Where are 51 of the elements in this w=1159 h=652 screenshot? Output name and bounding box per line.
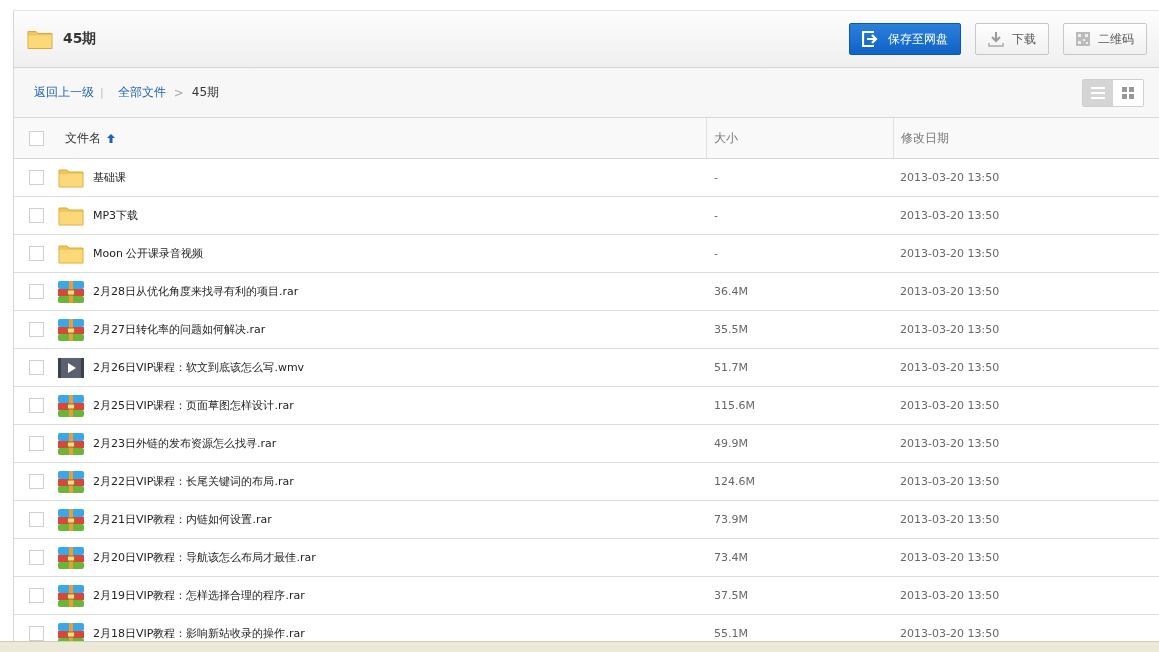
download-button[interactable]: 下载 <box>975 23 1049 55</box>
modified-date: 2013-03-20 13:50 <box>900 513 1000 526</box>
file-name[interactable]: 2月27日转化率的问题如何解决.rar <box>93 322 266 337</box>
modified-date: 2013-03-20 13:50 <box>900 247 1000 260</box>
file-size: 55.1M <box>714 627 748 640</box>
file-name[interactable]: MP3下载 <box>93 208 139 223</box>
modified-date: 2013-03-20 13:50 <box>900 589 1000 602</box>
file-name[interactable]: 2月20日VIP教程：导航该怎么布局才最佳.rar <box>93 550 316 565</box>
file-size: - <box>714 209 718 222</box>
file-size: 35.5M <box>714 323 748 336</box>
file-name[interactable]: 基础课 <box>93 170 126 185</box>
file-name[interactable]: 2月23日外链的发布资源怎么找寻.rar <box>93 436 277 451</box>
modified-date: 2013-03-20 13:50 <box>900 551 1000 564</box>
breadcrumb-divider: | <box>100 86 104 99</box>
breadcrumb-link[interactable]: 全部文件 <box>117 84 166 101</box>
file-name[interactable]: 2月22日VIP课程：长尾关键词的布局.rar <box>93 474 294 489</box>
qrcode-button[interactable]: 二维码 <box>1063 23 1147 55</box>
file-size: 73.4M <box>714 551 748 564</box>
modified-date: 2013-03-20 13:50 <box>900 437 1000 450</box>
file-name[interactable]: Moon 公开课录音视频 <box>93 246 204 261</box>
back-link[interactable]: 返回上一级 <box>34 84 94 101</box>
file-size: 49.9M <box>714 437 748 450</box>
modified-date: 2013-03-20 13:50 <box>900 475 1000 488</box>
file-size: 115.6M <box>714 399 755 412</box>
column-header[interactable]: 修改日期 <box>901 129 949 147</box>
file-size: 51.7M <box>714 361 748 374</box>
file-size: 73.9M <box>714 513 748 526</box>
modified-date: 2013-03-20 13:50 <box>900 285 1000 298</box>
modified-date: 2013-03-20 13:50 <box>900 361 1000 374</box>
modified-date: 2013-03-20 13:50 <box>900 171 1000 184</box>
file-name[interactable]: 2月21日VIP教程：内链如何设置.rar <box>93 512 272 527</box>
file-size: 36.4M <box>714 285 748 298</box>
modified-date: 2013-03-20 13:50 <box>900 627 1000 640</box>
file-name[interactable]: 2月18日VIP教程：影响新站收录的操作.rar <box>93 626 305 641</box>
file-size: - <box>714 171 718 184</box>
modified-date: 2013-03-20 13:50 <box>900 323 1000 336</box>
file-name[interactable]: 2月26日VIP课程：软文到底该怎么写.wmv <box>93 360 305 375</box>
file-name[interactable]: 2月19日VIP教程：怎样选择合理的程序.rar <box>93 588 305 603</box>
file-size: 37.5M <box>714 589 748 602</box>
modified-date: 2013-03-20 13:50 <box>900 399 1000 412</box>
column-header[interactable]: 大小 <box>714 129 738 147</box>
file-size: 124.6M <box>714 475 755 488</box>
file-name[interactable]: 2月28日从优化角度来找寻有利的项目.rar <box>93 284 299 299</box>
save-button[interactable]: 保存至网盘 <box>849 23 961 55</box>
folder-title: 45期 <box>63 30 98 48</box>
modified-date: 2013-03-20 13:50 <box>900 209 1000 222</box>
breadcrumb-separator: > <box>173 85 184 100</box>
breadcrumb-current: 45期 <box>191 84 220 101</box>
file-size: - <box>714 247 718 260</box>
file-name[interactable]: 2月25日VIP课程：页面草图怎样设计.rar <box>93 398 294 413</box>
column-header[interactable]: 文件名 <box>65 129 101 147</box>
